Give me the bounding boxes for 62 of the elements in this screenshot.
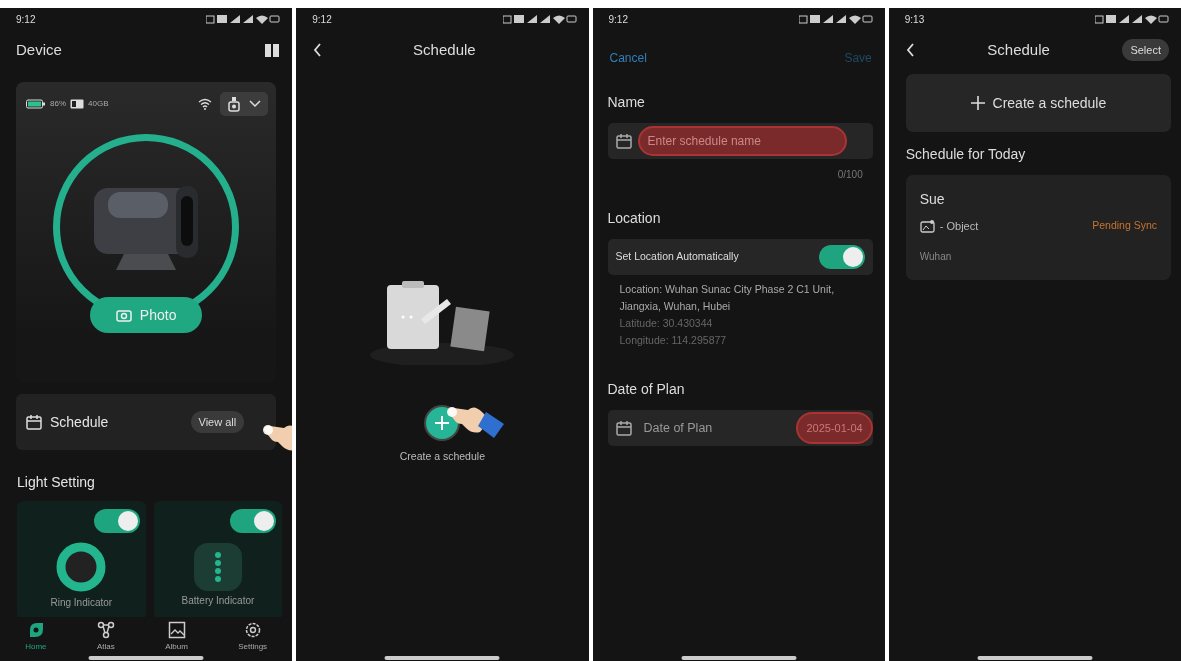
date-label: Date of Plan <box>643 419 714 437</box>
calendar-icon <box>615 420 632 436</box>
light-label: Ring Indicator <box>50 596 113 610</box>
schedule-title: Sue <box>919 190 946 209</box>
section-heading: Name <box>606 93 646 112</box>
character-counter: 0/100 <box>836 168 864 182</box>
image-icon <box>167 621 186 639</box>
nav-tab[interactable]: Album <box>165 621 188 653</box>
back-icon[interactable] <box>904 42 915 58</box>
view-all-button[interactable]: View all <box>190 410 245 434</box>
plus-icon <box>970 96 985 110</box>
schedule-place: Wuhan <box>919 249 953 264</box>
back-icon[interactable] <box>312 42 323 58</box>
plus-icon <box>435 416 450 430</box>
device-selector[interactable] <box>220 92 269 116</box>
location-text: Location: Wuhan Sunac City Phase 2 C1 Unit, Jiangxia, Wuhan, Hubei <box>618 282 836 314</box>
name-input-field[interactable]: Enter schedule name <box>637 126 847 156</box>
status-time: 9:13 <box>904 12 925 27</box>
section-heading: Light Setting <box>16 473 96 492</box>
status-time: 9:12 <box>16 12 36 27</box>
wifi-icon <box>198 98 213 110</box>
calendar-icon <box>26 414 42 430</box>
toggle-switch[interactable] <box>230 509 277 533</box>
nav-tab[interactable]: Atlas <box>96 621 115 653</box>
section-heading: Date of Plan <box>606 380 686 399</box>
screen-title: Schedule <box>413 39 476 60</box>
sync-status: Pending Sync <box>1092 218 1157 234</box>
status-time: 9:12 <box>312 12 332 27</box>
image-icon <box>919 219 936 234</box>
settings-icon <box>243 621 262 639</box>
battery-level: 86% <box>50 98 66 110</box>
screen-title: Schedule <box>987 39 1050 60</box>
battery-icon <box>26 99 46 109</box>
nav-tab[interactable]: Settings <box>238 621 268 653</box>
light-label: Battery Indicator <box>181 594 255 608</box>
nav-tab[interactable]: Home <box>25 621 47 653</box>
book-icon[interactable] <box>264 42 281 58</box>
create-schedule-button[interactable]: Create a schedule <box>905 74 1171 132</box>
schedule-label: Schedule <box>50 412 109 432</box>
screen-title: Device <box>16 39 62 60</box>
schedule-type: - Object <box>939 219 979 234</box>
status-time: 9:12 <box>608 12 628 27</box>
ring-indicator-icon <box>55 541 108 593</box>
section-heading: Location <box>606 209 662 228</box>
toggle-label: Set Location Automatically <box>615 249 740 265</box>
section-heading: Schedule for Today <box>904 145 1027 164</box>
storage-card-icon <box>70 99 84 109</box>
schedule-item-card[interactable]: Sue - Object Pending Sync Wuhan <box>905 175 1171 280</box>
battery-indicator-icon <box>193 543 242 591</box>
select-button[interactable]: Select <box>1122 38 1169 62</box>
nodes-icon <box>96 621 115 639</box>
chevron-down-icon <box>249 100 262 108</box>
toggle-switch[interactable] <box>93 509 140 533</box>
toggle-switch[interactable] <box>818 245 865 269</box>
location-text: Latitude: 30.430344 <box>618 316 714 331</box>
calendar-icon <box>615 133 632 149</box>
cancel-button[interactable]: Cancel <box>608 48 648 68</box>
camera-icon <box>227 96 242 112</box>
storage-amount: 40GB <box>88 98 109 110</box>
location-text: Longitude: 114.295877 <box>618 333 728 348</box>
create-schedule-label: Create a schedule <box>398 449 486 464</box>
camera-icon <box>115 308 132 322</box>
